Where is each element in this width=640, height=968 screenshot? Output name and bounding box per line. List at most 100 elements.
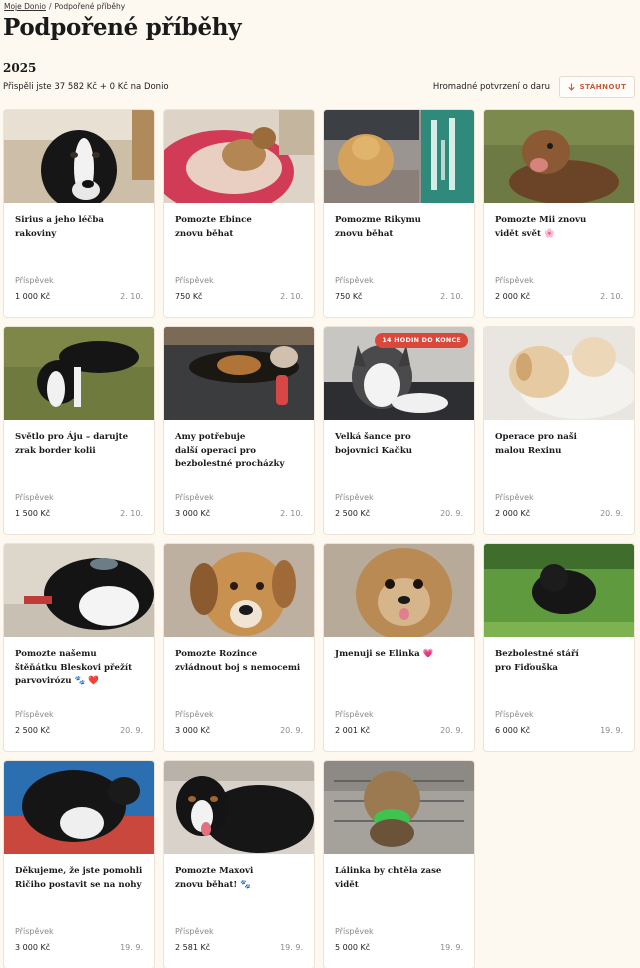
contribution-summary: Přispěli jste 37 582 Kč + 0 Kč na Donio (3, 82, 169, 92)
contribution-date: 20. 9. (120, 726, 143, 735)
story-photo (164, 761, 314, 854)
story-title[interactable]: Děkujeme, že jste pomohli Ričiho postavit… (15, 865, 147, 892)
contribution-amount: 2 500 Kč (15, 726, 51, 735)
story-title[interactable]: Sirius a jeho léčba rakoviny (15, 214, 147, 241)
contribution-date: 2. 10. (280, 292, 303, 301)
contribution-date: 20. 9. (280, 726, 303, 735)
story-card[interactable]: Pomozte Mii znovu vidět svět 🌸 Příspěvek … (484, 110, 634, 317)
contribution-amount: 750 Kč (335, 292, 363, 301)
contribution-amount: 3 000 Kč (175, 726, 211, 735)
contribution-date: 20. 9. (600, 509, 623, 518)
story-photo (164, 327, 314, 420)
year-heading: 2025 (3, 61, 37, 75)
contribution-amount: 3 000 Kč (15, 943, 51, 952)
story-title[interactable]: Jmenuji se Elinka 💗 (335, 648, 467, 662)
story-photo (164, 110, 314, 203)
breadcrumb-current: Podpořené příběhy (54, 2, 126, 11)
story-title[interactable]: Pomozme Rikymu znovu běhat (335, 214, 467, 241)
breadcrumb-separator: / (48, 2, 52, 11)
contribution-date: 19. 9. (280, 943, 303, 952)
contribution-amount: 3 000 Kč (175, 509, 211, 518)
contribution-amount: 1 500 Kč (15, 509, 51, 518)
download-button-label: STÁHNOUT (579, 83, 627, 91)
contribution-label: Příspěvek (175, 927, 214, 936)
story-photo (4, 327, 154, 420)
download-arrow-icon (567, 83, 575, 91)
contribution-label: Příspěvek (15, 710, 54, 719)
contribution-label: Příspěvek (335, 927, 374, 936)
contribution-label: Příspěvek (495, 710, 534, 719)
contribution-date: 19. 9. (120, 943, 143, 952)
story-card[interactable]: Pomozte Rozince zvládnout boj s nemocemi … (164, 544, 314, 751)
story-title[interactable]: Amy potřebuje další operaci pro bezbolestn… (175, 431, 307, 472)
contribution-date: 2. 10. (280, 509, 303, 518)
story-photo (324, 110, 474, 203)
story-card[interactable]: Amy potřebuje další operaci pro bezbolestn… (164, 327, 314, 534)
story-photo (164, 544, 314, 637)
story-photo (4, 761, 154, 854)
story-card[interactable]: Bezbolestné stáří pro Fiďouška Příspěvek … (484, 544, 634, 751)
story-title[interactable]: Velká šance pro bojovnici Kačku (335, 431, 467, 458)
story-title[interactable]: Operace pro naši malou Rexinu (495, 431, 627, 458)
contribution-amount: 2 000 Kč (495, 509, 531, 518)
story-card[interactable]: Pomozme Rikymu znovu běhat Příspěvek 750 … (324, 110, 474, 317)
contribution-label: Příspěvek (15, 276, 54, 285)
time-left-badge: 14 HODIN DO KONCE (375, 333, 468, 348)
story-photo (324, 544, 474, 637)
story-photo (484, 544, 634, 637)
contribution-label: Příspěvek (175, 276, 214, 285)
contribution-label: Příspěvek (175, 710, 214, 719)
contribution-label: Příspěvek (335, 493, 374, 502)
contribution-date: 20. 9. (440, 726, 463, 735)
breadcrumb: Moje Donio / Podpořené příběhy (4, 2, 125, 11)
story-card[interactable]: 14 HODIN DO KONCE Velká šance pro bojovni… (324, 327, 474, 534)
contribution-date: 2. 10. (120, 292, 143, 301)
story-photo (484, 327, 634, 420)
story-title[interactable]: Pomozte Mii znovu vidět svět 🌸 (495, 214, 627, 241)
contribution-date: 2. 10. (600, 292, 623, 301)
contribution-amount: 2 000 Kč (495, 292, 531, 301)
story-title[interactable]: Světlo pro Áju – darujte zrak border koli… (15, 431, 147, 458)
story-card[interactable]: Lálinka by chtěla zase vidět Příspěvek 5… (324, 761, 474, 968)
story-title[interactable]: Pomozte Rozince zvládnout boj s nemocemi (175, 648, 307, 675)
contribution-amount: 2 581 Kč (175, 943, 211, 952)
story-card[interactable]: Pomozte Maxovi znovu běhat! 🐾 Příspěvek 2… (164, 761, 314, 968)
story-title[interactable]: Lálinka by chtěla zase vidět (335, 865, 467, 892)
contribution-label: Příspěvek (335, 276, 374, 285)
bulk-confirmation-label: Hromadné potvrzení o daru (432, 82, 550, 92)
story-title[interactable]: Pomozte Maxovi znovu běhat! 🐾 (175, 865, 307, 892)
story-card[interactable]: Pomozte Ebince znovu běhat Příspěvek 750 … (164, 110, 314, 317)
story-card[interactable]: Světlo pro Áju – darujte zrak border koli… (4, 327, 154, 534)
story-title[interactable]: Bezbolestné stáří pro Fiďouška (495, 648, 627, 675)
story-photo: 14 HODIN DO KONCE (324, 327, 474, 420)
story-card[interactable]: Pomozte našemu štěňátku Bleskovi přežít pa… (4, 544, 154, 751)
contribution-label: Příspěvek (495, 276, 534, 285)
contribution-amount: 5 000 Kč (335, 943, 371, 952)
story-card[interactable]: Sirius a jeho léčba rakoviny Příspěvek 1… (4, 110, 154, 317)
story-photo (484, 110, 634, 203)
contribution-label: Příspěvek (15, 493, 54, 502)
contribution-amount: 2 500 Kč (335, 509, 371, 518)
breadcrumb-home-link[interactable]: Moje Donio (4, 2, 46, 11)
story-card[interactable]: Děkujeme, že jste pomohli Ričiho postavit… (4, 761, 154, 968)
story-card[interactable]: Jmenuji se Elinka 💗 Příspěvek 2 001 Kč 2… (324, 544, 474, 751)
story-title[interactable]: Pomozte Ebince znovu běhat (175, 214, 307, 241)
page-title: Podpořené příběhy (3, 14, 242, 41)
download-button[interactable]: STÁHNOUT (559, 76, 635, 98)
contribution-date: 20. 9. (440, 509, 463, 518)
contribution-date: 2. 10. (440, 292, 463, 301)
contribution-date: 2. 10. (120, 509, 143, 518)
story-photo (324, 761, 474, 854)
contribution-label: Příspěvek (495, 493, 534, 502)
story-title[interactable]: Pomozte našemu štěňátku Bleskovi přežít pa… (15, 648, 147, 689)
contribution-label: Příspěvek (335, 710, 374, 719)
story-photo (4, 110, 154, 203)
contribution-label: Příspěvek (175, 493, 214, 502)
contribution-amount: 6 000 Kč (495, 726, 531, 735)
contribution-date: 19. 9. (600, 726, 623, 735)
contribution-amount: 2 001 Kč (335, 726, 371, 735)
contribution-label: Příspěvek (15, 927, 54, 936)
story-photo (4, 544, 154, 637)
contribution-amount: 1 000 Kč (15, 292, 51, 301)
story-card[interactable]: Operace pro naši malou Rexinu Příspěvek 2… (484, 327, 634, 534)
